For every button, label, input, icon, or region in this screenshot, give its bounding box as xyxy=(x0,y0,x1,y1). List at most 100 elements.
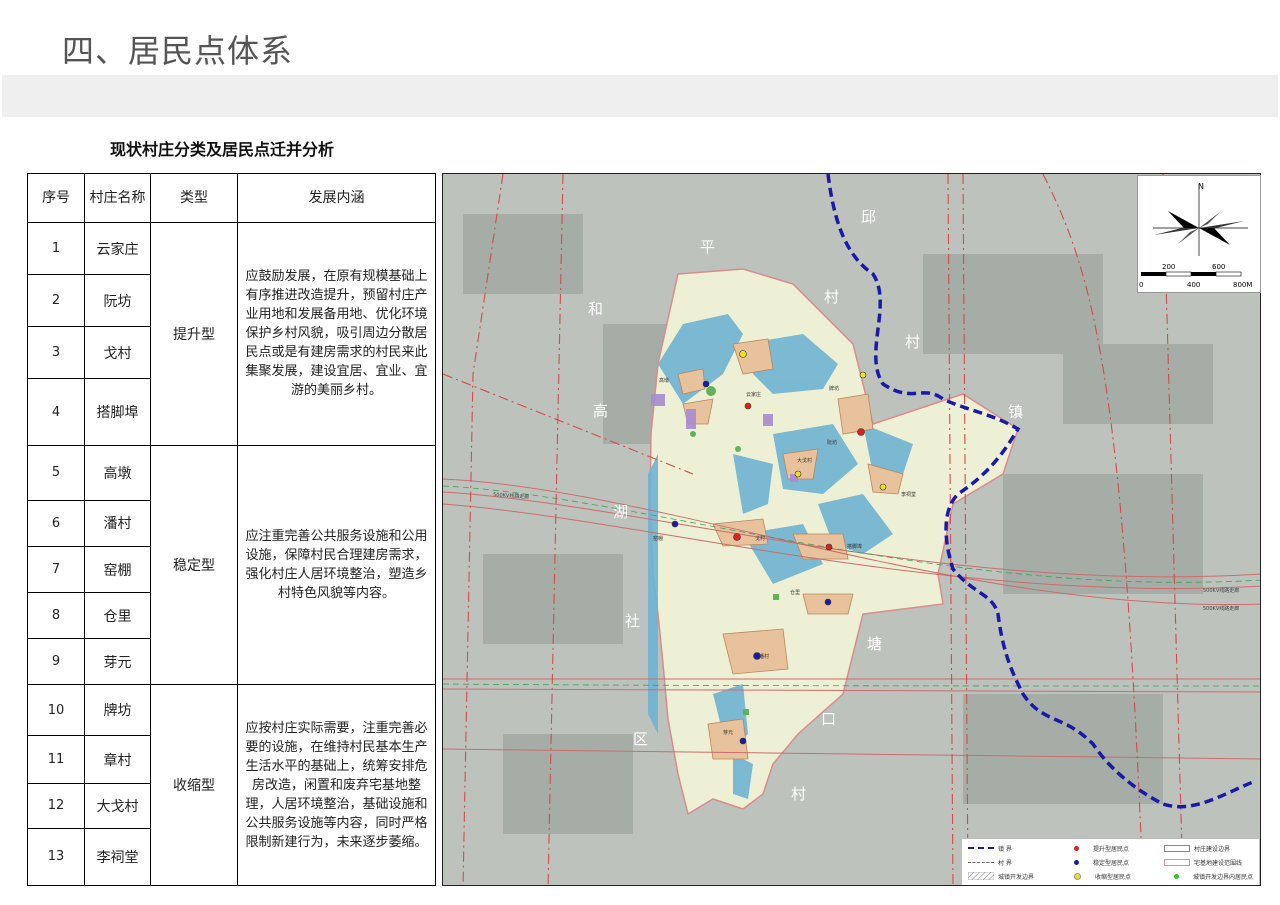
legend-label: 收缩型居民点 xyxy=(1095,873,1132,881)
village-label: 戈村 xyxy=(755,535,765,542)
region-label: 高 xyxy=(593,402,608,420)
homestead-range-icon xyxy=(1164,858,1190,866)
row-number: 7 xyxy=(27,545,85,594)
upgrade-point xyxy=(733,533,741,541)
header-number: 序号 xyxy=(27,173,85,223)
row-number: 11 xyxy=(27,735,85,784)
scale-bar xyxy=(1141,271,1242,277)
shrinking-point xyxy=(739,350,747,358)
group-type: 收缩型 xyxy=(150,684,238,886)
group-description: 应注重完善公共服务设施和公用设施，保障村民合理建房需求，强化村庄人居环境整治，塑… xyxy=(237,444,436,686)
legend-label: 村 界 xyxy=(998,859,1012,867)
scale-label: 200 xyxy=(1162,263,1175,271)
group-description: 应鼓励发展，在原有规模基础上有序推进改造提升，预留村庄产业用地和发展备用地、优化… xyxy=(237,222,436,446)
corridor-label: 500KV线路走廊 xyxy=(1203,605,1239,612)
scale-label: 600 xyxy=(1212,263,1225,271)
region-label: 村 xyxy=(824,288,839,306)
village-label: 大戈村 xyxy=(797,457,812,464)
upgrade-point xyxy=(744,402,752,410)
hatch-icon xyxy=(968,872,994,880)
corridor-label: 500KV线路走廊 xyxy=(1203,587,1239,594)
row-number: 4 xyxy=(27,378,85,446)
row-village-name: 仓里 xyxy=(84,592,151,640)
row-village-name: 高墩 xyxy=(84,444,151,501)
legend-label: 城镇开发边界 xyxy=(998,873,1035,881)
row-village-name: 云家庄 xyxy=(84,221,151,276)
region-label: 邱 xyxy=(861,208,876,226)
group-description: 应按村庄实际需要，注重完善必要的设施，在维持村民基本生产生活水平的基础上，统筹安… xyxy=(237,684,436,886)
row-village-name: 芽元 xyxy=(84,638,151,686)
legend-item: 村庄建设边界 xyxy=(1164,843,1230,853)
upgrade-dot-icon xyxy=(1074,845,1079,851)
table-row: 10 牌坊 收缩型 应按村庄实际需要，注重完善必要的设施，在维持村民基本生产生活… xyxy=(27,684,436,886)
town-boundary-icon xyxy=(968,847,994,849)
scale-label: 800M xyxy=(1233,281,1252,289)
scale-label: 0 xyxy=(1139,281,1143,289)
row-village-name: 戈村 xyxy=(84,326,151,380)
stable-dot-icon xyxy=(1074,859,1079,865)
village-label: 窑棚 xyxy=(653,535,663,542)
region-label: 社 xyxy=(625,612,640,630)
row-village-name: 搭脚埠 xyxy=(84,378,151,446)
row-village-name: 窑棚 xyxy=(84,545,151,594)
row-number: 6 xyxy=(27,499,85,547)
stable-point xyxy=(671,520,679,528)
village-label: 云家庄 xyxy=(746,391,761,398)
row-number: 8 xyxy=(27,592,85,640)
row-number: 5 xyxy=(27,444,85,501)
legend-label: 城镇开发边界内居民点 xyxy=(1193,873,1254,881)
village-label: 搭脚埠 xyxy=(847,543,862,550)
map-legend: 镇 界 提升型居民点 村庄建设边界 村 界 稳定型居民点 宅基地建设范围线 城镇… xyxy=(962,838,1259,885)
header-development: 发展内涵 xyxy=(237,173,436,223)
title-band xyxy=(2,75,1278,117)
legend-item: 收缩型居民点 xyxy=(1064,871,1131,881)
legend-label: 提升型居民点 xyxy=(1093,845,1130,853)
village-label: 李祠堂 xyxy=(901,491,916,498)
region-label: 镇 xyxy=(1008,403,1023,421)
row-number: 1 xyxy=(27,221,85,276)
region-label: 塘 xyxy=(867,635,882,653)
village-boundary-icon xyxy=(1164,844,1190,852)
row-village-name: 大戈村 xyxy=(84,782,151,829)
table-header-row: 序号 村庄名称 类型 发展内涵 xyxy=(27,173,436,223)
village-classification-table: 序号 村庄名称 类型 发展内涵 1 云家庄 提升型 应鼓励发展，在原有规模基础上… xyxy=(27,173,436,887)
row-village-name: 章村 xyxy=(84,735,151,784)
compass-svg: N 200 600 0 400 800M xyxy=(1139,182,1252,289)
legend-item: 镇 界 xyxy=(968,843,1012,853)
row-number: 9 xyxy=(27,638,85,686)
legend-item: 稳定型居民点 xyxy=(1064,857,1129,867)
row-village-name: 牌坊 xyxy=(84,684,151,737)
header-type: 类型 xyxy=(150,173,238,223)
shrinking-point xyxy=(794,470,802,478)
legend-label: 稳定型居民点 xyxy=(1093,859,1130,867)
stable-point xyxy=(739,737,747,745)
shrinking-point xyxy=(859,371,867,379)
shrinking-dot-icon xyxy=(1074,872,1081,880)
region-label: 湖 xyxy=(613,503,628,521)
row-village-name: 潘村 xyxy=(84,499,151,547)
row-number: 12 xyxy=(27,782,85,829)
village-label: 高墩 xyxy=(659,377,669,384)
table-row: 1 云家庄 提升型 应鼓励发展，在原有规模基础上有序推进改造提升，预留村庄产业用… xyxy=(27,221,436,446)
region-label: 区 xyxy=(633,730,648,748)
group-type: 提升型 xyxy=(150,222,238,446)
village-label: 仓里 xyxy=(790,589,800,596)
row-number: 13 xyxy=(27,827,85,887)
village-border-icon xyxy=(968,861,994,863)
legend-label: 村庄建设边界 xyxy=(1194,845,1231,853)
legend-label: 镇 界 xyxy=(998,845,1012,853)
row-number: 2 xyxy=(27,274,85,328)
region-label: 口 xyxy=(821,710,836,728)
row-village-name: 阮坊 xyxy=(84,274,151,328)
compass-scale-panel: N 200 600 0 400 800M xyxy=(1137,175,1261,293)
shrinking-point xyxy=(879,483,887,491)
page-title: 四、居民点体系 xyxy=(62,32,294,70)
group-type: 稳定型 xyxy=(150,444,238,686)
north-arrow-icon xyxy=(1153,184,1248,256)
village-label: 阮坊 xyxy=(827,439,837,446)
stable-point xyxy=(702,380,710,388)
legend-item: 村 界 xyxy=(968,857,1012,867)
legend-item: 宅基地建设范围线 xyxy=(1164,857,1242,867)
upgrade-point xyxy=(825,543,833,551)
section-title: 现状村庄分类及居民点迁并分析 xyxy=(110,140,335,159)
